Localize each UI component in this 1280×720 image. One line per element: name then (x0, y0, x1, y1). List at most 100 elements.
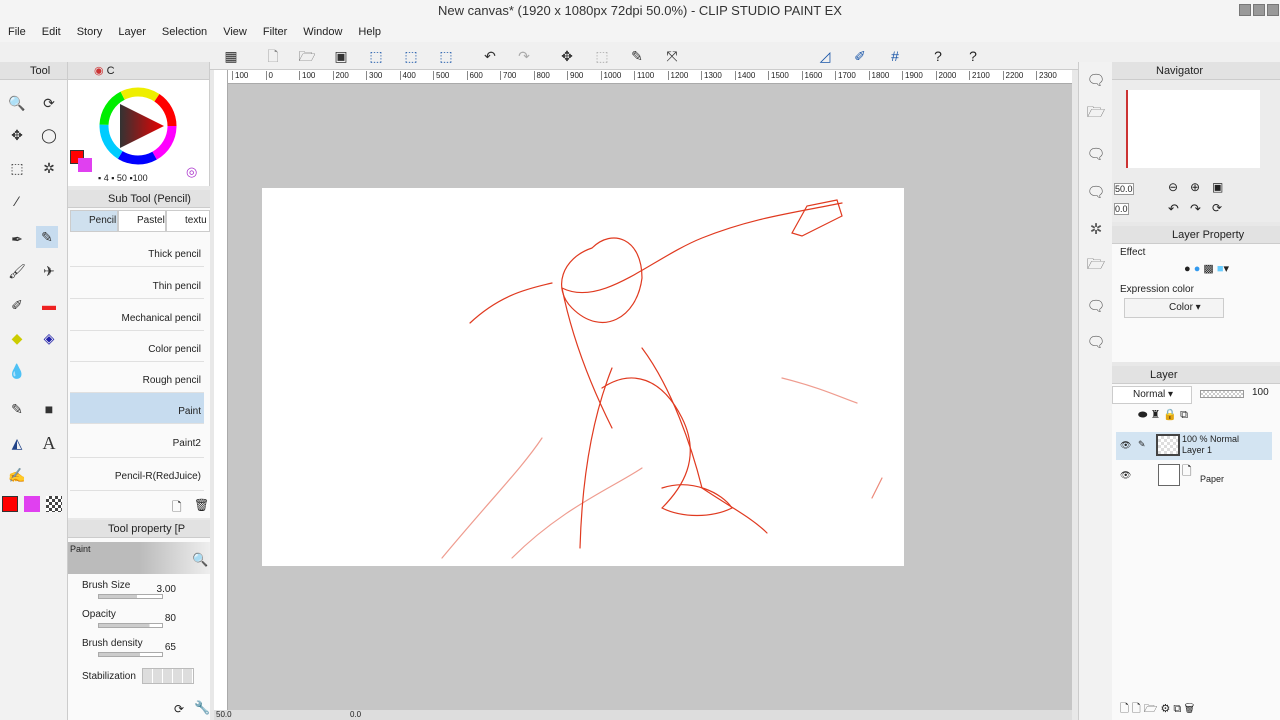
layer-property-tab[interactable]: Layer Property (1112, 226, 1280, 244)
navigator-preview[interactable] (1126, 90, 1260, 168)
rotate-right-icon[interactable]: ↷ (1190, 201, 1201, 217)
rotate-icon[interactable]: ⟳ (38, 92, 60, 114)
color-sub-swatch[interactable] (78, 158, 92, 172)
move-icon[interactable]: ✥ (6, 124, 28, 146)
brush-item-selected[interactable]: Paint (70, 393, 204, 424)
selection-icon[interactable]: ⬚ (6, 157, 28, 179)
rotate-left-icon[interactable]: ↶ (1168, 201, 1179, 217)
fill-icon[interactable]: ◆ (6, 327, 28, 349)
visibility-eye-icon[interactable]: 👁 (1120, 440, 1131, 451)
fit-icon[interactable]: ▣ (1212, 180, 1223, 194)
menu-selection[interactable]: Selection (154, 22, 215, 42)
material-icon[interactable]: 🗨 (1083, 142, 1109, 168)
zoom-value[interactable]: 50.0 (1114, 183, 1134, 195)
scale-icon[interactable]: ⤧ (663, 47, 681, 65)
text-icon[interactable]: A (38, 432, 60, 454)
eraser-icon[interactable]: ▬ (38, 294, 60, 316)
brush-size-slider[interactable] (98, 594, 163, 599)
help-icon[interactable]: ? (929, 47, 947, 65)
blend-mode-dropdown[interactable]: Normal ▾ (1112, 386, 1192, 404)
new-icon[interactable]: 🗋 (264, 47, 282, 65)
material-3d-icon[interactable]: 🗨 (1083, 330, 1109, 356)
brush-item[interactable]: Mechanical pencil (70, 300, 204, 331)
opacity-slider[interactable] (1200, 390, 1244, 398)
menu-filter[interactable]: Filter (255, 22, 295, 42)
save-icon[interactable]: ▣ (332, 47, 350, 65)
status-zoom[interactable]: 50.0 (216, 710, 232, 719)
opacity-slider[interactable] (98, 623, 163, 628)
undo-icon[interactable]: ↶ (481, 47, 499, 65)
export2-icon[interactable]: ⬚ (402, 47, 420, 65)
menu-window[interactable]: Window (295, 22, 350, 42)
wrench-icon[interactable]: 🔧 (194, 700, 210, 716)
sub-color-swatch[interactable] (24, 496, 40, 512)
lasso-icon[interactable]: ◯ (38, 124, 60, 146)
blend-icon[interactable]: ◈ (38, 327, 60, 349)
brush-item[interactable]: Color pencil (70, 331, 204, 362)
layer-row[interactable]: 👁 🗋 Paper (1116, 462, 1272, 490)
copy-subtool-icon[interactable]: 🗋 (172, 498, 182, 519)
redo-icon[interactable]: ↷ (515, 47, 533, 65)
color-mode-icon[interactable]: ◎ (186, 164, 197, 180)
pencil-icon[interactable]: ✎ (36, 226, 58, 248)
layer-row[interactable]: 👁 ✎ 100 % Normal Layer 1 (1116, 432, 1272, 460)
brush-item[interactable]: Pencil-R(RedJuice) (70, 458, 204, 491)
brush-item[interactable]: Rough pencil (70, 362, 204, 393)
pen-icon[interactable]: ✒ (6, 228, 28, 250)
brush-item[interactable]: Thick pencil (70, 236, 204, 267)
airbrush-icon[interactable]: ✈ (38, 260, 60, 282)
app-menu-icon[interactable]: ▦ (222, 47, 240, 65)
reset-rotation-icon[interactable]: ⟳ (1212, 201, 1222, 215)
layer-opacity-value[interactable]: 100 (1252, 387, 1269, 398)
figure-icon[interactable]: ✎ (6, 398, 28, 420)
text-fill-icon[interactable]: ■ (38, 398, 60, 420)
menu-view[interactable]: View (215, 22, 255, 42)
brush-icon[interactable]: 🖌 (6, 260, 28, 282)
balloon-icon[interactable]: ✍ (6, 464, 28, 486)
folder-icon[interactable]: 🗁 (1083, 100, 1109, 126)
opacity-value[interactable]: 80 (165, 613, 176, 624)
subtab-pastel[interactable]: Pastel (118, 210, 166, 232)
decoration-icon[interactable]: ✐ (6, 294, 28, 316)
grid-snap-icon[interactable]: # (886, 47, 904, 65)
zoom-in-icon[interactable]: ⊕ (1190, 180, 1200, 194)
brush-density-value[interactable]: 65 (165, 642, 176, 653)
rotate-value[interactable]: 0.0 (1114, 203, 1129, 215)
brush-item[interactable]: Thin pencil (70, 268, 204, 299)
stabilization-selector[interactable] (142, 668, 194, 684)
minimize-button[interactable] (1239, 4, 1251, 16)
gradient-icon[interactable]: 💧 (6, 360, 28, 382)
transform-icon[interactable]: ✥ (558, 47, 576, 65)
drawing-canvas[interactable] (262, 188, 904, 566)
ruler-snap-icon[interactable]: ◿ (816, 47, 834, 65)
open-icon[interactable]: 🗁 (298, 47, 316, 65)
pen-setting-icon[interactable]: ✎ (628, 47, 646, 65)
material-image-icon[interactable]: 🗨 (1083, 294, 1109, 320)
eyedropper-icon[interactable]: ⁄ (6, 190, 28, 212)
brush-item[interactable]: Paint2 (70, 425, 204, 458)
export-icon[interactable]: ⬚ (367, 47, 385, 65)
color-wheel[interactable] (98, 86, 178, 166)
transparent-swatch[interactable] (46, 496, 62, 512)
main-color-swatch[interactable] (2, 496, 18, 512)
material-icon[interactable]: 🗨 (1083, 68, 1109, 94)
color-tab[interactable]: ◉ C (68, 62, 209, 80)
layer-tab[interactable]: Layer (1112, 366, 1280, 384)
menu-layer[interactable]: Layer (110, 22, 154, 42)
visibility-eye-icon[interactable]: 👁 (1120, 470, 1131, 481)
brush-density-slider[interactable] (98, 652, 163, 657)
status-angle[interactable]: 0.0 (350, 710, 361, 719)
menu-file[interactable]: File (0, 22, 34, 42)
help2-icon[interactable]: ? (964, 47, 982, 65)
menu-edit[interactable]: Edit (34, 22, 69, 42)
zoom-icon[interactable]: 🔍 (6, 92, 28, 114)
export3-icon[interactable]: ⬚ (437, 47, 455, 65)
subtab-texture[interactable]: textu (166, 210, 210, 232)
layer-tool-icons[interactable]: ⬬ ♜ 🔒 ⧉ (1138, 408, 1188, 422)
zoom-out-icon[interactable]: ⊖ (1168, 180, 1178, 194)
menu-story[interactable]: Story (69, 22, 111, 42)
tool-tab[interactable]: Tool (0, 62, 67, 80)
correct-line-icon[interactable]: ◭ (6, 432, 28, 454)
reset-icon[interactable]: ⟳ (174, 702, 184, 716)
layer-bottom-icons[interactable]: 🗋 🗋 🗁 ⚙ ⧉ 🗑 (1120, 700, 1194, 719)
